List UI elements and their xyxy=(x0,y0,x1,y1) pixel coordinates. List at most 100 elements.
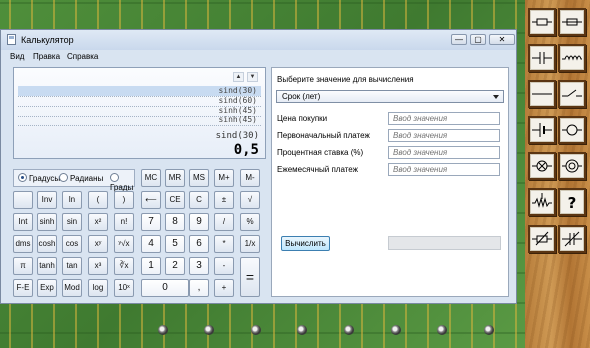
interest-rate-input[interactable] xyxy=(388,146,500,159)
screw-icon xyxy=(344,325,354,335)
sin-button[interactable]: sin xyxy=(62,213,82,231)
clear-button[interactable]: C xyxy=(189,191,209,209)
sqrt-button[interactable]: √ xyxy=(240,191,260,209)
int-button[interactable]: Int xyxy=(13,213,33,231)
calculation-result xyxy=(388,236,501,250)
value-select[interactable]: Срок (лет) xyxy=(276,90,504,103)
mode-degrees[interactable]: Градусы xyxy=(18,173,60,183)
monthly-payment-input[interactable] xyxy=(388,163,500,176)
exp-button[interactable]: Exp xyxy=(37,279,57,297)
capacitor-tile[interactable] xyxy=(528,44,556,72)
close-button[interactable]: ✕ xyxy=(489,34,515,45)
lamp-tile[interactable] xyxy=(558,116,586,144)
digit-2-button[interactable]: 2 xyxy=(165,257,185,275)
bulb-tile[interactable] xyxy=(528,152,556,180)
menu-edit[interactable]: Правка xyxy=(33,52,60,61)
fe-button[interactable]: F-E xyxy=(13,279,33,297)
m-minus-button[interactable]: M- xyxy=(240,169,260,187)
mr-button[interactable]: MR xyxy=(165,169,185,187)
blank-key[interactable] xyxy=(13,191,33,209)
cosh-button[interactable]: cosh xyxy=(37,235,57,253)
lamp-cross-icon xyxy=(532,160,552,172)
digit-6-button[interactable]: 6 xyxy=(189,235,209,253)
digit-3-button[interactable]: 3 xyxy=(189,257,209,275)
menu-bar: Вид Правка Справка xyxy=(1,50,516,63)
help-tile[interactable]: ? xyxy=(558,188,586,216)
mod-button[interactable]: Mod xyxy=(62,279,82,297)
maximize-button[interactable]: ▢ xyxy=(470,34,486,45)
history-line[interactable]: sinh(45) xyxy=(218,115,257,124)
title-bar[interactable]: Калькулятор — ▢ ✕ xyxy=(1,30,516,50)
menu-view[interactable]: Вид xyxy=(10,52,24,61)
cos-button[interactable]: cos xyxy=(62,235,82,253)
potentiometer-icon xyxy=(532,193,552,208)
screw-icon xyxy=(251,325,261,335)
minimize-button[interactable]: — xyxy=(451,34,467,45)
meter-tile[interactable] xyxy=(558,152,586,180)
inv-button[interactable]: Inv xyxy=(37,191,57,209)
resistor-tile[interactable] xyxy=(528,8,556,36)
lamp-icon xyxy=(562,124,582,136)
close-paren-button[interactable]: ) xyxy=(114,191,134,209)
log-button[interactable]: log xyxy=(88,279,108,297)
m-plus-button[interactable]: M+ xyxy=(214,169,234,187)
history-line[interactable]: sind(60) xyxy=(218,96,257,105)
open-paren-button[interactable]: ( xyxy=(88,191,108,209)
digit-1-button[interactable]: 1 xyxy=(141,257,161,275)
equals-button[interactable]: = xyxy=(240,257,260,297)
cube-root-button[interactable]: ∛x xyxy=(114,257,134,275)
decimal-button[interactable]: , xyxy=(189,279,209,297)
variable-capacitor-tile[interactable] xyxy=(558,225,586,253)
add-button[interactable]: + xyxy=(214,279,234,297)
multiply-button[interactable]: * xyxy=(214,235,234,253)
history-up-button[interactable]: ▲ xyxy=(233,72,244,82)
dms-button[interactable]: dms xyxy=(13,235,33,253)
variable-resistor-icon xyxy=(532,231,552,246)
history-line[interactable]: sind(30) xyxy=(218,86,257,95)
history-line[interactable]: sinh(45) xyxy=(218,106,257,115)
calculator-icon xyxy=(7,34,16,45)
fuse-tile[interactable] xyxy=(558,8,586,36)
percent-button[interactable]: % xyxy=(240,213,260,231)
switch-tile[interactable] xyxy=(558,80,586,108)
digit-0-button[interactable]: 0 xyxy=(141,279,189,297)
mc-button[interactable]: MC xyxy=(141,169,161,187)
calculate-button[interactable]: Вычислить xyxy=(281,236,330,251)
digit-5-button[interactable]: 5 xyxy=(165,235,185,253)
potentiometer-tile[interactable] xyxy=(528,188,556,216)
digit-8-button[interactable]: 8 xyxy=(165,213,185,231)
reciprocal-button[interactable]: 1/x xyxy=(240,235,260,253)
inductor-tile[interactable] xyxy=(558,44,586,72)
pi-button[interactable]: π xyxy=(13,257,33,275)
mode-radians[interactable]: Радианы xyxy=(59,173,103,183)
cube-button[interactable]: x³ xyxy=(88,257,108,275)
y-root-button[interactable]: ʸ√x xyxy=(114,235,134,253)
plus-minus-button[interactable]: ± xyxy=(214,191,234,209)
square-button[interactable]: x² xyxy=(88,213,108,231)
screw-icon xyxy=(437,325,447,335)
sinh-button[interactable]: sinh xyxy=(37,213,57,231)
subtract-button[interactable]: - xyxy=(214,257,234,275)
tanh-button[interactable]: tanh xyxy=(37,257,57,275)
history-down-button[interactable]: ▼ xyxy=(247,72,258,82)
backspace-button[interactable]: ⟵ xyxy=(141,191,161,209)
ln-button[interactable]: ln xyxy=(62,191,82,209)
down-payment-input[interactable] xyxy=(388,129,500,142)
digit-4-button[interactable]: 4 xyxy=(141,235,161,253)
mode-grads[interactable]: Грады xyxy=(110,173,134,192)
tan-button[interactable]: tan xyxy=(62,257,82,275)
ms-button[interactable]: MS xyxy=(189,169,209,187)
field-label: Первоначальный платеж xyxy=(277,131,370,140)
power-button[interactable]: xʸ xyxy=(88,235,108,253)
wire-tile[interactable] xyxy=(528,80,556,108)
variable-resistor-tile[interactable] xyxy=(528,225,556,253)
battery-tile[interactable] xyxy=(528,116,556,144)
ten-power-button[interactable]: 10ˣ xyxy=(114,279,134,297)
ce-button[interactable]: CE xyxy=(165,191,185,209)
digit-7-button[interactable]: 7 xyxy=(141,213,161,231)
digit-9-button[interactable]: 9 xyxy=(189,213,209,231)
divide-button[interactable]: / xyxy=(214,213,234,231)
factorial-button[interactable]: n! xyxy=(114,213,134,231)
purchase-price-input[interactable] xyxy=(388,112,500,125)
menu-help[interactable]: Справка xyxy=(67,52,98,61)
